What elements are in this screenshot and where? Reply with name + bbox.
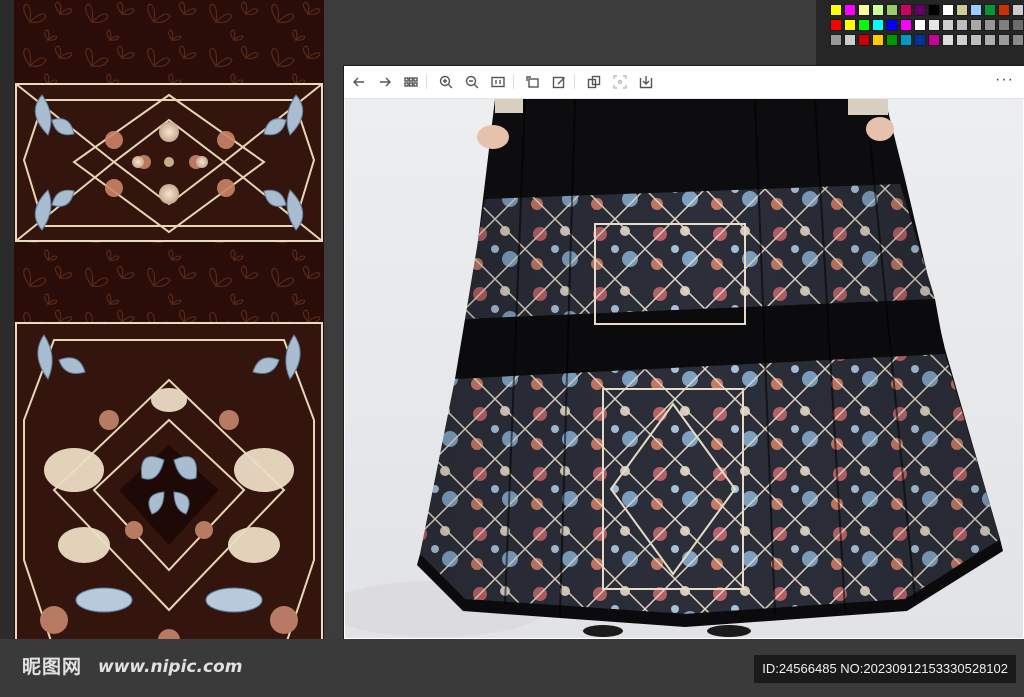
rotate-icon[interactable] — [522, 71, 544, 93]
swatch-row — [830, 19, 1024, 31]
color-swatch[interactable] — [942, 19, 954, 31]
zoom-in-icon[interactable] — [435, 71, 457, 93]
image-viewer-window: ··· — [344, 66, 1024, 639]
color-swatch[interactable] — [858, 34, 870, 46]
viewer-toolbar: ··· — [344, 66, 1024, 99]
more-options-button[interactable]: ··· — [995, 71, 1014, 89]
color-swatch[interactable] — [1012, 19, 1024, 31]
color-swatch[interactable] — [830, 34, 842, 46]
color-swatch[interactable] — [970, 4, 982, 16]
color-swatch[interactable] — [942, 34, 954, 46]
color-swatch[interactable] — [830, 4, 842, 16]
color-swatch[interactable] — [1012, 4, 1024, 16]
color-swatch[interactable] — [914, 19, 926, 31]
color-swatch[interactable] — [858, 4, 870, 16]
color-swatch[interactable] — [970, 19, 982, 31]
color-swatch[interactable] — [900, 4, 912, 16]
image-id-watermark: ID:24566485 NO:20230912153330528102 — [754, 655, 1016, 683]
color-swatch[interactable] — [956, 34, 968, 46]
color-swatch[interactable] — [928, 4, 940, 16]
color-swatch[interactable] — [872, 19, 884, 31]
color-swatch[interactable] — [872, 4, 884, 16]
color-swatch[interactable] — [858, 19, 870, 31]
color-swatch[interactable] — [928, 34, 940, 46]
color-swatch[interactable] — [942, 4, 954, 16]
color-swatch[interactable] — [886, 34, 898, 46]
forward-icon[interactable] — [374, 71, 396, 93]
color-swatch[interactable] — [928, 19, 940, 31]
swatch-row — [830, 34, 1024, 46]
color-swatch[interactable] — [872, 34, 884, 46]
skirt-photo — [345, 99, 1023, 638]
color-swatch[interactable] — [1012, 34, 1024, 46]
color-swatch[interactable] — [830, 19, 842, 31]
edit-icon[interactable] — [548, 71, 570, 93]
crop-icon[interactable] — [609, 71, 631, 93]
color-swatch[interactable] — [984, 34, 996, 46]
copy-icon[interactable] — [583, 71, 605, 93]
site-url-watermark: www.nipic.com — [98, 657, 243, 677]
color-swatch[interactable] — [998, 19, 1010, 31]
actual-size-icon[interactable] — [487, 71, 509, 93]
toolbar-divider — [513, 75, 514, 89]
color-swatch[interactable] — [998, 4, 1010, 16]
toolbar-divider — [426, 75, 427, 89]
color-swatch[interactable] — [970, 34, 982, 46]
color-swatch[interactable] — [900, 34, 912, 46]
color-swatch[interactable] — [886, 19, 898, 31]
pattern-artwork — [14, 0, 324, 697]
site-logo-watermark: 昵图网 — [22, 656, 83, 678]
grid-view-icon[interactable] — [400, 71, 422, 93]
zoom-out-icon[interactable] — [461, 71, 483, 93]
color-swatch[interactable] — [844, 19, 856, 31]
color-swatch[interactable] — [956, 4, 968, 16]
color-swatch[interactable] — [844, 4, 856, 16]
color-swatch[interactable] — [886, 4, 898, 16]
color-swatch[interactable] — [984, 19, 996, 31]
left-tool-strip — [0, 0, 14, 697]
color-swatch[interactable] — [914, 34, 926, 46]
color-swatch[interactable] — [956, 19, 968, 31]
color-swatch[interactable] — [900, 19, 912, 31]
swatch-row — [830, 4, 1024, 16]
color-swatch[interactable] — [984, 4, 996, 16]
skirt-illustration — [345, 99, 1023, 638]
color-swatch[interactable] — [844, 34, 856, 46]
toolbar-divider — [574, 75, 575, 89]
back-icon[interactable] — [348, 71, 370, 93]
color-swatch[interactable] — [914, 4, 926, 16]
color-swatches-panel — [830, 4, 1024, 66]
download-icon[interactable] — [635, 71, 657, 93]
color-swatch[interactable] — [998, 34, 1010, 46]
pattern-design-panel — [14, 0, 324, 697]
